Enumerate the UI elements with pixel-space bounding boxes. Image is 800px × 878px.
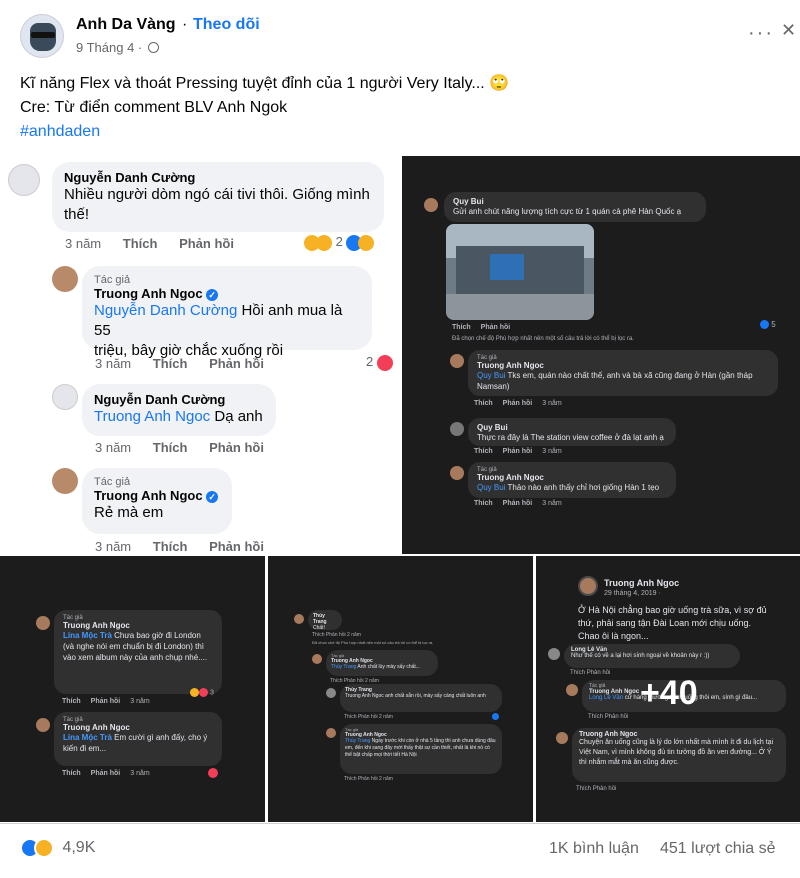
commenter-avatar [326, 688, 336, 698]
commenter-avatar [450, 422, 464, 436]
post-date[interactable]: 9 Tháng 4 · [76, 40, 142, 55]
comment-bubble: Nguyễn Danh Cường Truong Anh Ngoc Dạ anh [82, 384, 276, 436]
comment-text: Nhiều người dòm ngó cái tivi thôi. Giống… [64, 186, 370, 203]
more-icon[interactable]: ··· [748, 22, 774, 45]
share-count[interactable]: 451 lượt chia sẻ [660, 840, 775, 858]
commenter-avatar [52, 468, 78, 494]
hashtag-link[interactable]: #anhdaden [20, 120, 100, 144]
comment-actions: 3 năm Thích Phản hồi [65, 236, 234, 251]
comment-bubble: Truong Anh Ngoc Chuyện ăn uống cũng là l… [572, 728, 786, 782]
reply-link[interactable]: Phản hồi [209, 440, 264, 455]
haha-icon [358, 234, 375, 251]
reply-link[interactable]: Phản hồi [179, 236, 234, 251]
globe-icon [147, 42, 159, 53]
commenter-avatar [36, 616, 50, 630]
reaction-summary[interactable]: 2 [366, 354, 393, 371]
commenter-avatar [424, 198, 438, 212]
commenter-avatar [52, 384, 78, 410]
comment-bubble: Tác giả Truong Anh Ngoc ✓ Nguyễn Danh Cư… [82, 266, 372, 359]
comment-author: Nguyễn Danh Cường [64, 170, 196, 185]
commenter-avatar [450, 354, 464, 368]
love-icon [376, 354, 393, 371]
commenter-avatar [312, 654, 322, 664]
commenter-avatar [294, 614, 304, 624]
reaction-summary: 5 [760, 320, 776, 330]
comment-bubble: Tác giả Truong Anh Ngoc Quy Bui Tks em, … [468, 350, 778, 396]
commenter-avatar [450, 466, 464, 480]
comment-bubble: Thùy Trang Chất! [308, 610, 342, 631]
comment-bubble: Thùy Trang Truong Anh Ngoc anh chất sẵn … [340, 684, 502, 712]
comment-actions: 3 năm Thích Phản hồi [95, 356, 264, 371]
filter-note: Đã chọn chế độ Phù hợp nhất nên một số c… [452, 336, 634, 342]
reaction-summary[interactable]: 2 [304, 234, 375, 251]
like-icon [492, 708, 499, 726]
reaction-count: 4,9K [62, 839, 96, 856]
haha-icon [316, 234, 332, 251]
cafe-photo[interactable] [446, 224, 594, 320]
post-author-avatar [578, 576, 598, 596]
more-comments-overlay[interactable]: +40 [640, 674, 698, 713]
follow-button[interactable]: Theo dõi [193, 16, 260, 34]
comment-bubble: Tác giả Truong Anh Ngoc Thùy Trang Anh c… [326, 650, 438, 676]
reaction-summary: 3 [190, 688, 214, 697]
comment-image-3[interactable]: Tác giả Truong Anh Ngoc Lina Mộc Trà Chư… [0, 556, 265, 822]
post-meta: 9 Tháng 4 · [76, 40, 159, 55]
comment-actions: 3 năm Thích Phản hồi [95, 440, 264, 455]
commenter-avatar [52, 266, 78, 292]
comment-bubble: Quy Bui Gửi anh chút năng lượng tích cực… [444, 192, 706, 222]
comment-actions: 3 năm Thích Phản hồi [95, 539, 264, 554]
comment-author: Truong Anh Ngoc [94, 286, 203, 301]
author-badge: Tác giả [94, 274, 131, 286]
divider [0, 823, 800, 824]
comment-image-4[interactable]: Thùy Trang Chất! Thích Phản hồi 2 năm Đã… [268, 556, 533, 822]
like-link[interactable]: Thích [123, 236, 158, 251]
post-author[interactable]: Anh Da Vàng [76, 16, 176, 34]
commenter-avatar [556, 732, 568, 744]
post-text: Ở Hà Nội chẳng bao giờ uống trà sữa, vì … [578, 605, 767, 641]
reply-link[interactable]: Phản hồi [209, 356, 264, 371]
comment-image-5[interactable]: Truong Anh Ngoc 29 tháng 4, 2019 · Ở Hà … [536, 556, 800, 822]
comment-bubble: Tác giả Truong Anh Ngoc ✓ Rẻ mà em [82, 468, 232, 534]
close-icon[interactable]: ✕ [781, 20, 796, 41]
comment-bubble: Tác giả Truong Anh Ngoc Lina Mộc Trà Em … [54, 712, 222, 766]
comment-bubble: Tác giả Truong Anh Ngoc Quy Bui Thảo nào… [468, 462, 676, 498]
haha-icon [34, 838, 54, 858]
like-link[interactable]: Thích [153, 539, 188, 554]
commenter-avatar [8, 164, 40, 196]
author-avatar[interactable] [20, 14, 64, 58]
author-badge: Tác giả [94, 476, 131, 488]
reply-link[interactable]: Phản hồi [209, 539, 264, 554]
comment-bubble: Nguyễn Danh Cường Nhiều người dòm ngó cá… [52, 162, 384, 232]
love-icon [208, 764, 218, 782]
verified-icon: ✓ [206, 288, 219, 301]
commenter-avatar [566, 684, 578, 696]
post-text-line1: Kĩ năng Flex và thoát Pressing tuyệt đỉn… [20, 75, 510, 92]
separator: · [182, 16, 188, 33]
comment-bubble: Tác giả Truong Anh Ngoc Thùy Trang Ngày … [340, 724, 502, 774]
comment-image-2[interactable]: Quy Bui Gửi anh chút năng lượng tích cực… [402, 156, 800, 554]
reactions-summary[interactable]: 4,9K [20, 838, 95, 860]
mention-link[interactable]: Truong Anh Ngoc [94, 408, 210, 425]
mention-link[interactable]: Nguyễn Danh Cường [94, 302, 237, 319]
commenter-avatar [36, 718, 50, 732]
like-link[interactable]: Thích [153, 356, 188, 371]
commenter-avatar [548, 648, 560, 660]
comment-bubble: Tác giả Truong Anh Ngoc Lina Mộc Trà Chư… [54, 610, 222, 694]
comment-count[interactable]: 1K bình luận [549, 840, 639, 858]
comment-text: thế! [64, 206, 90, 223]
like-link[interactable]: Thích [153, 440, 188, 455]
comment-image-1[interactable]: Nguyễn Danh Cường Nhiều người dòm ngó cá… [0, 156, 398, 556]
post-text-line2: Cre: Từ điển comment BLV Anh Ngok [20, 99, 288, 116]
verified-icon: ✓ [206, 490, 219, 503]
comment-author: Nguyễn Danh Cường [94, 392, 226, 407]
comment-bubble: Quy Bui Thực ra đây là The station view … [468, 418, 676, 446]
comment-bubble: Long Lê Văn Như thế có về a lại hơi sính… [564, 644, 740, 668]
comment-author: Truong Anh Ngoc [94, 488, 203, 503]
commenter-avatar [326, 728, 336, 738]
